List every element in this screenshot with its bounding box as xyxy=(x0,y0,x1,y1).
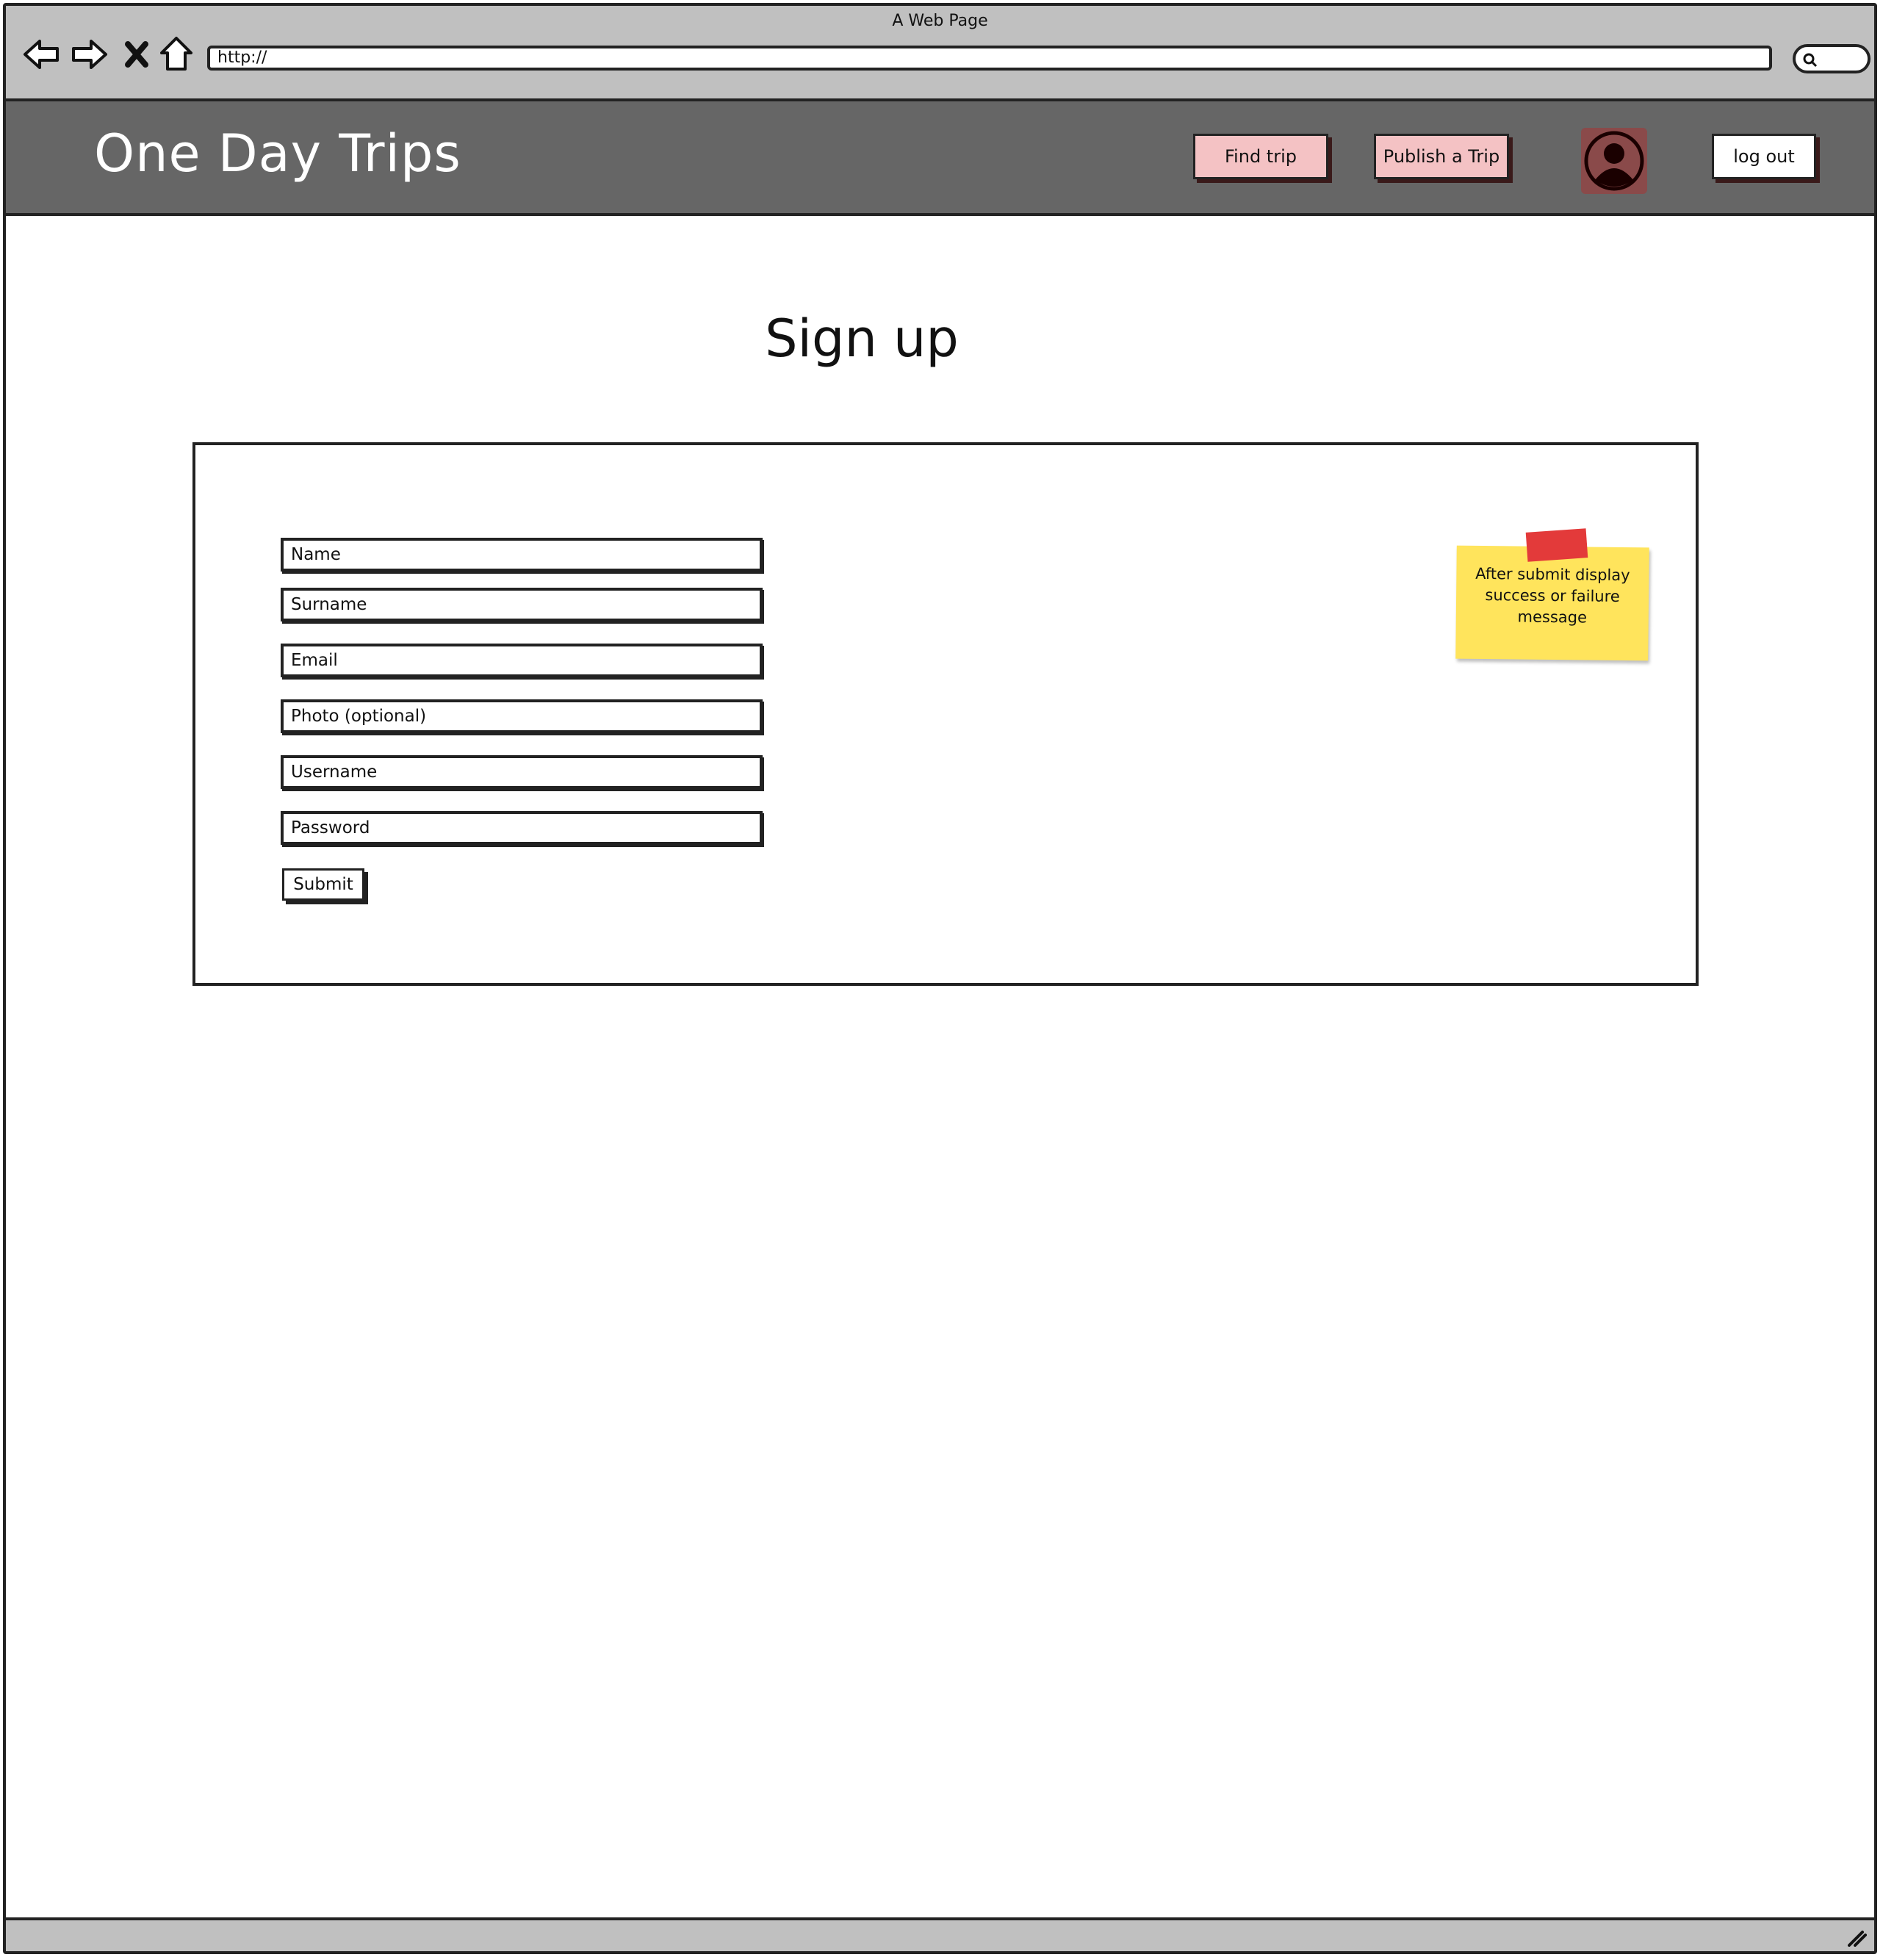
sticky-tape xyxy=(1525,528,1588,562)
status-bar xyxy=(6,1917,1874,1951)
user-avatar-icon[interactable] xyxy=(1581,128,1647,194)
sticky-note-line: success or failure xyxy=(1485,586,1620,605)
home-icon[interactable] xyxy=(157,35,195,73)
url-bar[interactable]: http:// xyxy=(207,46,1772,71)
password-field[interactable] xyxy=(281,811,763,845)
signup-form: Submit After submit display success or f… xyxy=(192,442,1699,986)
find-trip-button[interactable]: Find trip xyxy=(1193,134,1328,179)
name-field[interactable] xyxy=(281,538,763,572)
search-icon xyxy=(1803,53,1818,68)
browser-window: A Web Page http:// One Day Trips Find tr… xyxy=(3,3,1877,1954)
page-title: Sign up xyxy=(765,309,959,369)
username-field[interactable] xyxy=(281,755,763,789)
logout-button[interactable]: log out xyxy=(1712,134,1816,179)
sticky-note-line: message xyxy=(1517,608,1588,627)
photo-field[interactable] xyxy=(281,699,763,733)
sticky-note-line: After submit display xyxy=(1475,564,1630,585)
submit-button[interactable]: Submit xyxy=(282,868,364,901)
back-arrow-icon[interactable] xyxy=(22,35,60,73)
forward-arrow-icon[interactable] xyxy=(71,35,109,73)
publish-trip-button[interactable]: Publish a Trip xyxy=(1374,134,1509,179)
sticky-note: After submit display success or failure … xyxy=(1455,545,1649,661)
email-field[interactable] xyxy=(281,644,763,677)
browser-toolbar: A Web Page http:// xyxy=(6,6,1874,101)
window-title: A Web Page xyxy=(892,12,988,30)
browser-search-field[interactable] xyxy=(1793,44,1871,73)
site-header: One Day Trips Find trip Publish a Trip l… xyxy=(6,101,1874,216)
stop-x-icon[interactable] xyxy=(122,35,160,73)
site-logo[interactable]: One Day Trips xyxy=(94,123,461,184)
sticky-note-text: After submit display success or failure … xyxy=(1463,563,1642,630)
surname-field[interactable] xyxy=(281,588,763,621)
resize-grip-icon[interactable] xyxy=(1846,1929,1867,1947)
